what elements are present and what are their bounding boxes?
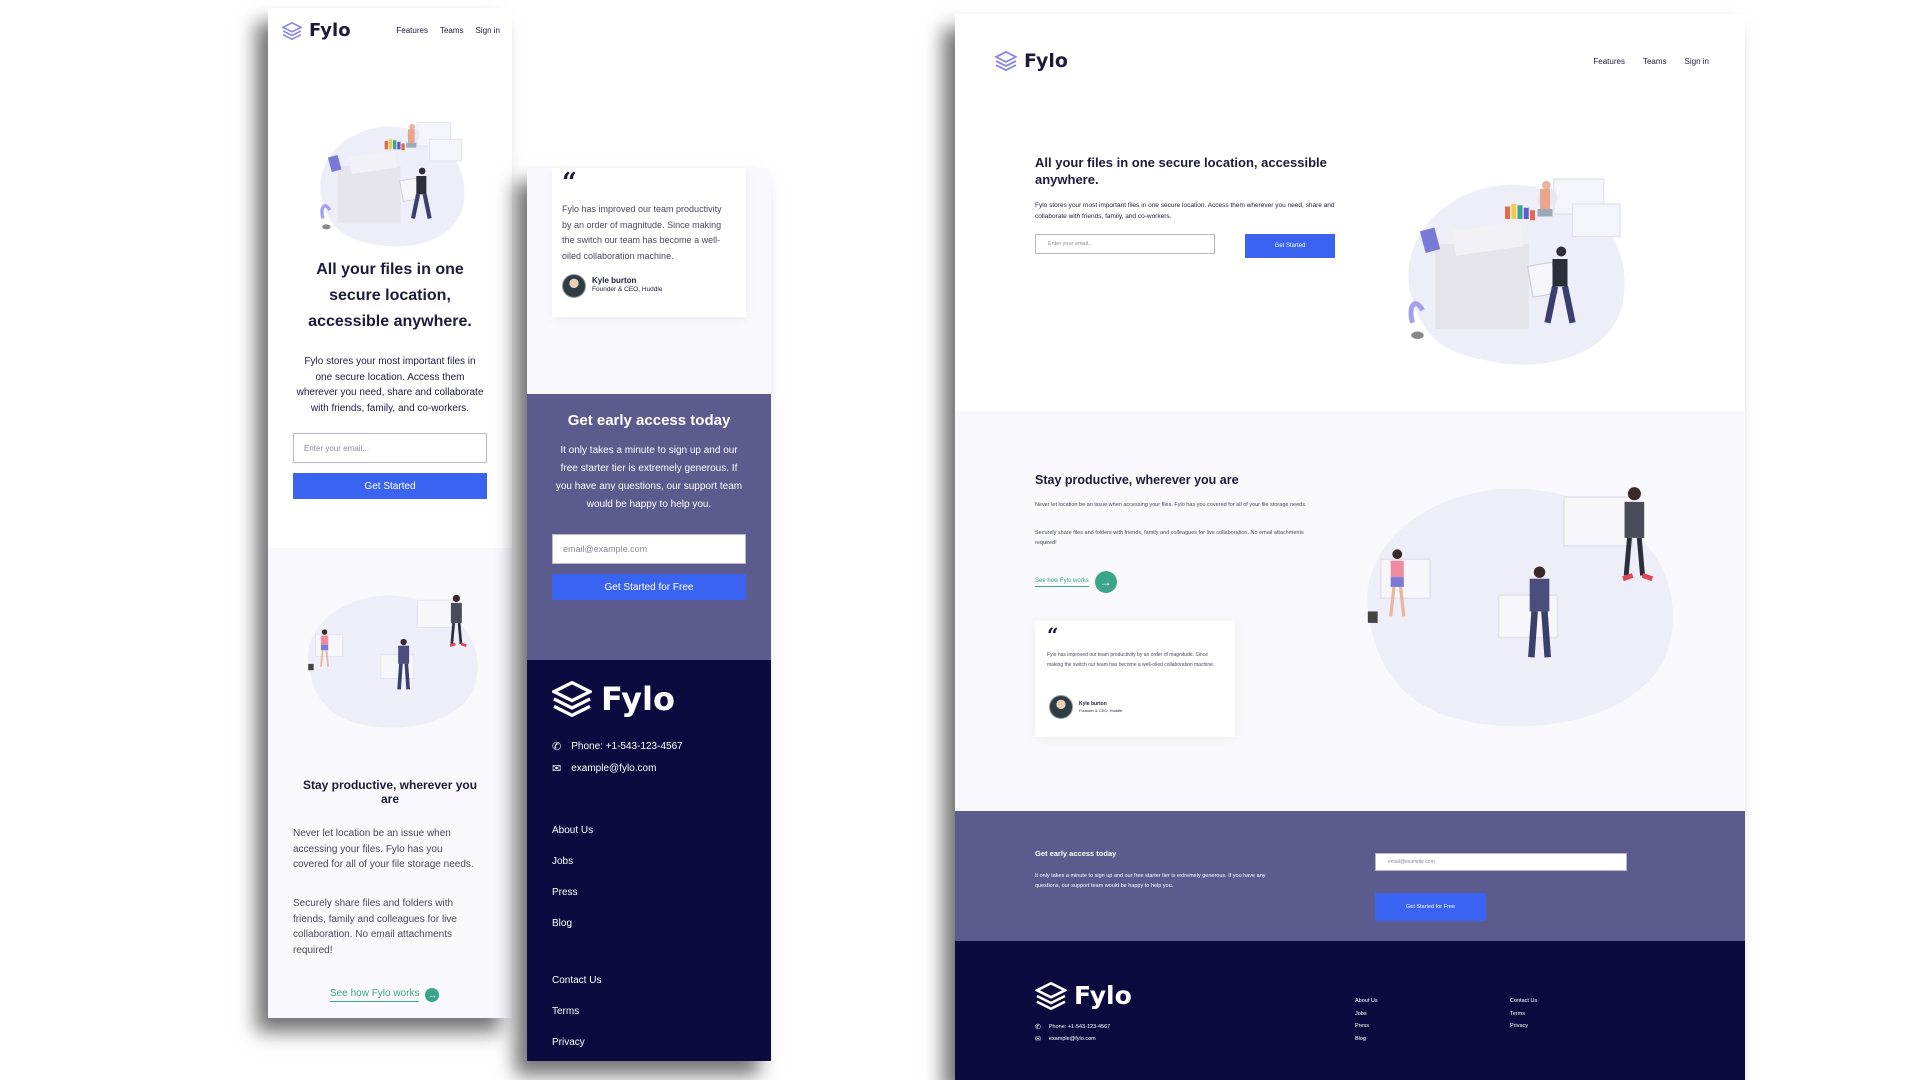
- hero-get-started-button[interactable]: Get Started: [1245, 234, 1335, 258]
- desktop-footer: Fylo ✆ Phone: +1-543-123-4567 ✉ example@…: [955, 941, 1745, 1080]
- hero-title: All your files in one secure location, a…: [308, 261, 472, 330]
- footer-link-press[interactable]: Press: [1355, 1020, 1378, 1033]
- footer-link-privacy[interactable]: Privacy: [552, 1027, 601, 1058]
- productive-paragraph-1: Never let location be an issue when acce…: [1035, 502, 1307, 508]
- mobile-header: Fylo Features Teams Sign in: [282, 20, 500, 41]
- layers-logo-icon: [995, 51, 1017, 71]
- mobile-view-bottom: “ Fylo has improved our team productivit…: [527, 168, 771, 1061]
- productive-section: Stay productive, wherever you are Never …: [955, 411, 1745, 811]
- footer-logo[interactable]: Fylo: [1035, 981, 1132, 1010]
- footer-phone: ✆ Phone: +1-543-123-4567: [552, 741, 683, 753]
- footer-link-jobs[interactable]: Jobs: [552, 846, 593, 877]
- productive-paragraph-1: Never let location be an issue when acce…: [293, 828, 474, 870]
- footer-links-col-1: About Us Jobs Press Blog: [1355, 995, 1378, 1045]
- hero-illustration: [298, 106, 478, 256]
- footer-link-contact[interactable]: Contact Us: [1510, 995, 1537, 1008]
- footer-email[interactable]: ✉ example@fylo.com: [1035, 1035, 1096, 1043]
- team-illustration: [290, 580, 490, 735]
- footer-logo[interactable]: Fylo: [552, 680, 675, 718]
- get-started-free-button[interactable]: Get Started for Free: [552, 574, 746, 600]
- desktop-view: Fylo Features Teams Sign in All your fil…: [955, 14, 1745, 1080]
- footer-link-contact[interactable]: Contact Us: [552, 965, 601, 996]
- main-nav: Features Teams Sign in: [396, 26, 500, 35]
- footer-link-jobs[interactable]: Jobs: [1355, 1008, 1378, 1021]
- productive-title: Stay productive, wherever you are: [302, 778, 478, 806]
- hero-title: All your files in one secure location, a…: [1035, 155, 1327, 187]
- testimonial-role: Founder & CEO, Huddle: [592, 286, 663, 293]
- testimonial-role: Founder & CEO, Huddle: [1079, 708, 1123, 713]
- productive-section: Stay productive, wherever you are Never …: [268, 548, 512, 1018]
- phone-icon: ✆: [1035, 1024, 1041, 1031]
- nav-signin[interactable]: Sign in: [476, 26, 500, 35]
- productive-paragraph-2: Securely share files and folders with fr…: [1035, 530, 1304, 546]
- footer-link-blog[interactable]: Blog: [552, 908, 593, 939]
- early-access-body: It only takes a minute to sign up and ou…: [555, 445, 743, 510]
- brand-name: Fylo: [309, 20, 351, 41]
- nav-features[interactable]: Features: [1593, 57, 1625, 66]
- avatar: [562, 274, 586, 298]
- see-how-link[interactable]: See how Fylo works →: [1035, 571, 1117, 593]
- team-illustration: [1335, 461, 1695, 739]
- footer-phone: ✆ Phone: +1-543-123-4567: [1035, 1024, 1111, 1031]
- testimonial-name: Kyle burton: [592, 276, 637, 285]
- hero-email-input[interactable]: Enter your email...: [293, 433, 487, 463]
- nav-signin[interactable]: Sign in: [1685, 57, 1709, 66]
- arrow-right-icon: →: [1094, 571, 1117, 593]
- avatar: [1049, 695, 1073, 719]
- early-access-title: Get early access today: [567, 412, 731, 429]
- hero-illustration: [1365, 154, 1655, 379]
- see-how-link[interactable]: See how Fylo works →: [330, 988, 440, 1002]
- hero-body: Fylo stores your most important files in…: [296, 356, 484, 414]
- footer-link-press[interactable]: Press: [552, 877, 593, 908]
- footer-link-terms[interactable]: Terms: [1510, 1008, 1537, 1021]
- email-icon: ✉: [552, 763, 562, 775]
- footer-links-col-2: Contact Us Terms Privacy: [552, 965, 601, 1058]
- main-nav: Features Teams Sign in: [1593, 57, 1709, 66]
- early-access-body: It only takes a minute to sign up and ou…: [1035, 873, 1266, 889]
- testimonial-card: “ Fylo has improved our team productivit…: [552, 168, 746, 317]
- footer-email[interactable]: ✉ example@fylo.com: [552, 762, 656, 775]
- layers-logo-icon: [282, 22, 302, 40]
- layers-logo-icon: [552, 681, 592, 717]
- footer-links-col-1: About Us Jobs Press Blog: [552, 815, 593, 939]
- productive-paragraph-2: Securely share files and folders with fr…: [293, 898, 457, 956]
- mobile-early-access-section: Get early access today It only takes a m…: [527, 394, 771, 660]
- mobile-footer: Fylo ✆ Phone: +1-543-123-4567 ✉ example@…: [527, 660, 771, 1061]
- footer-link-terms[interactable]: Terms: [552, 996, 601, 1027]
- layers-logo-icon: [1035, 982, 1067, 1010]
- early-access-title: Get early access today: [1035, 849, 1117, 858]
- get-started-free-button[interactable]: Get Started for Free: [1375, 893, 1486, 921]
- mobile-testimonial-section: “ Fylo has improved our team productivit…: [527, 168, 771, 394]
- quote-icon: “: [562, 168, 577, 198]
- footer-link-about[interactable]: About Us: [1355, 995, 1378, 1008]
- hero-body: Fylo stores your most important files in…: [1035, 202, 1335, 220]
- desktop-header: Fylo Features Teams Sign in: [995, 50, 1709, 72]
- hero-get-started-button[interactable]: Get Started: [293, 473, 487, 499]
- testimonial-quote: Fylo has improved our team productivity …: [562, 204, 722, 261]
- phone-icon: ✆: [552, 741, 562, 753]
- footer-links-col-2: Contact Us Terms Privacy: [1510, 995, 1537, 1033]
- brand-logo[interactable]: Fylo: [282, 20, 351, 41]
- mobile-view-top: Fylo Features Teams Sign in All your fil…: [268, 8, 512, 1018]
- brand-logo[interactable]: Fylo: [995, 50, 1068, 72]
- testimonial-quote: Fylo has improved our team productivity …: [1047, 652, 1215, 668]
- early-email-input[interactable]: email@example.com: [1375, 853, 1627, 871]
- nav-features[interactable]: Features: [396, 26, 428, 35]
- hero-email-input[interactable]: Enter your email...: [1035, 234, 1215, 254]
- footer-link-blog[interactable]: Blog: [1355, 1033, 1378, 1046]
- footer-link-privacy[interactable]: Privacy: [1510, 1020, 1537, 1033]
- email-icon: ✉: [1035, 1036, 1041, 1043]
- testimonial-name: Kyle burton: [1079, 701, 1107, 707]
- early-access-section: Get early access today It only takes a m…: [955, 811, 1745, 941]
- footer-link-about[interactable]: About Us: [552, 815, 593, 846]
- quote-icon: “: [1047, 623, 1059, 647]
- testimonial-card: “ Fylo has improved our team productivit…: [1035, 621, 1235, 737]
- arrow-right-icon: →: [425, 988, 440, 1002]
- early-email-input[interactable]: email@example.com: [552, 534, 746, 564]
- nav-teams[interactable]: Teams: [440, 26, 464, 35]
- nav-teams[interactable]: Teams: [1643, 57, 1667, 66]
- productive-title: Stay productive, wherever you are: [1035, 473, 1239, 487]
